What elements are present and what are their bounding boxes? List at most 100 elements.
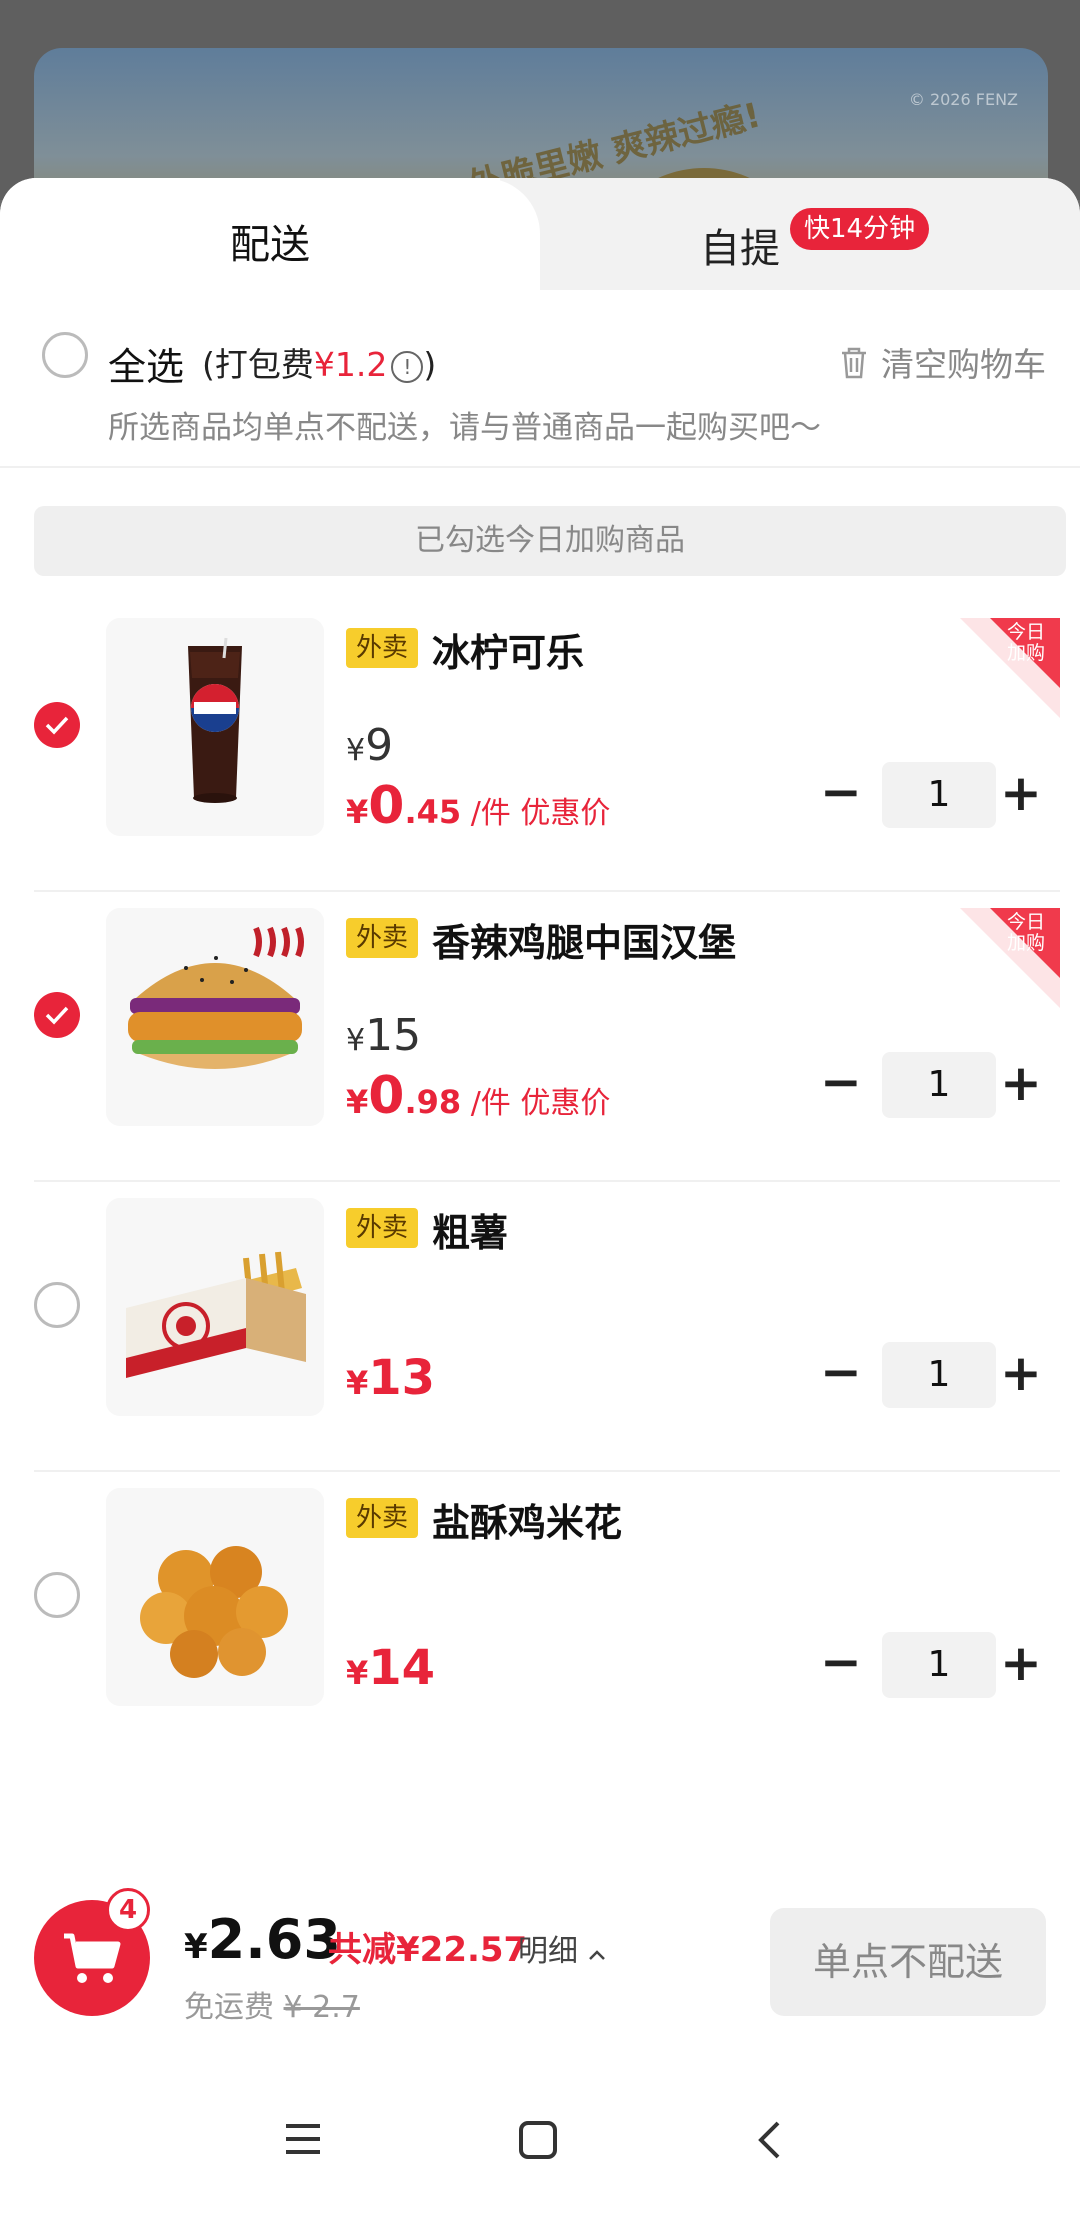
pack-fee-value: ¥1.2: [313, 345, 388, 384]
pack-fee-suffix: ): [423, 345, 437, 384]
pack-fee: (打包费¥1.2!): [202, 338, 436, 386]
currency-symbol: ¥: [346, 793, 369, 831]
quantity-value[interactable]: 1: [882, 1342, 996, 1408]
currency-symbol: ¥: [346, 1023, 366, 1058]
chevron-up-icon: [588, 1950, 605, 1960]
cart-item-fries: 外卖 粗薯 ¥13 − 1 +: [0, 1182, 1080, 1472]
today-addon-corner-badge: 今日 加购: [960, 618, 1060, 718]
clear-cart-label: 清空购物车: [881, 345, 1046, 384]
product-image-popcorn-chicken[interactable]: [106, 1488, 324, 1706]
back-icon[interactable]: [756, 2120, 782, 2164]
price-detail-label: 明细: [518, 1934, 578, 1969]
checkout-bar: 4 ¥2.63 共减¥22.57 明细 免运费 ¥ 2.7 单点不配送: [0, 1888, 1080, 2050]
item-checkbox[interactable]: [34, 702, 80, 748]
total-price: ¥2.63: [184, 1908, 341, 1971]
delivery-tag: 外卖: [346, 1498, 419, 1538]
trash-icon: [839, 346, 869, 388]
total-savings: 共减¥22.57: [328, 1930, 528, 1970]
promo-price-dec: .45: [404, 793, 462, 831]
home-icon[interactable]: [518, 2120, 558, 2164]
product-image-burger[interactable]: [106, 908, 324, 1126]
system-nav-bar: [0, 2080, 1080, 2219]
corner-badge-text: 今日 加购: [1006, 911, 1045, 954]
item-checkbox[interactable]: [34, 1572, 80, 1618]
select-all-label: 全选: [108, 345, 185, 389]
decrease-button[interactable]: −: [816, 1052, 866, 1118]
quantity-value[interactable]: 1: [882, 1632, 996, 1698]
promo-price-int: 0: [368, 776, 405, 836]
original-price-value: 9: [365, 720, 394, 771]
no-delivery-notice: 所选商品均单点不配送，请与普通商品一起购买吧～: [108, 410, 821, 446]
quantity-value[interactable]: 1: [882, 762, 996, 828]
total-price-value: 2.63: [207, 1908, 341, 1971]
sale-price: ¥14: [346, 1640, 435, 1696]
promo-price-int: 0: [368, 1066, 405, 1126]
promo-price: ¥0.98 /件 优惠价: [346, 1066, 610, 1126]
increase-button[interactable]: +: [996, 762, 1046, 828]
currency-symbol: ¥: [346, 1364, 369, 1402]
tab-pickup-label: 自提: [700, 226, 780, 272]
cart-item-burger: 外卖 香辣鸡腿中国汉堡 ¥15 ¥0.98 /件 优惠价 今日 加购 − 1 +: [0, 892, 1080, 1182]
currency-symbol: ¥: [346, 1654, 369, 1692]
sale-price-value: 14: [368, 1640, 436, 1696]
product-name[interactable]: 盐酥鸡米花: [432, 1492, 622, 1547]
increase-button[interactable]: +: [996, 1052, 1046, 1118]
increase-button[interactable]: +: [996, 1342, 1046, 1408]
sale-price-value: 13: [368, 1350, 436, 1406]
delivery-tag: 外卖: [346, 1208, 419, 1248]
banner-copyright: © 2026 FENZ: [908, 90, 1018, 109]
tab-delivery[interactable]: 配送: [0, 178, 540, 308]
pack-fee-prefix: (打包费: [202, 345, 314, 384]
today-addon-banner: 已勾选今日加购商品: [34, 506, 1066, 576]
cart-icon: [64, 1933, 121, 1983]
delivery-tabs: 配送 自提 快14分钟: [0, 178, 1080, 308]
item-checkbox[interactable]: [34, 992, 80, 1038]
original-price: ¥15: [346, 1010, 421, 1061]
delivery-fee: 免运费 ¥ 2.7: [184, 1982, 360, 2026]
product-image-cola[interactable]: [106, 618, 324, 836]
currency-symbol: ¥: [346, 1083, 369, 1121]
cart-count-badge: 4: [106, 1888, 150, 1932]
pickup-badge: 快14分钟: [790, 208, 930, 250]
tab-delivery-label: 配送: [230, 222, 310, 268]
sale-price: ¥13: [346, 1350, 435, 1406]
delivery-fee-label: 免运费: [184, 1990, 274, 2025]
delivery-tag: 外卖: [346, 918, 419, 958]
quantity-stepper: − 1 +: [816, 1052, 1046, 1118]
select-all-row: 全选 (打包费¥1.2!) 清空购物车 所选商品均单点不配送，请与普通商品一起购…: [0, 308, 1080, 468]
info-icon[interactable]: !: [391, 351, 424, 383]
menu-icon[interactable]: [284, 2122, 322, 2160]
original-price: ¥9: [346, 720, 393, 771]
delivery-tag: 外卖: [346, 628, 419, 668]
decrease-button[interactable]: −: [816, 1342, 866, 1408]
corner-badge-text: 今日 加购: [1006, 621, 1045, 664]
no-delivery-button[interactable]: 单点不配送: [770, 1908, 1046, 2016]
promo-price-dec: .98: [404, 1083, 462, 1121]
currency-symbol: ¥: [184, 1927, 208, 1967]
price-detail-button[interactable]: 明细: [518, 1926, 606, 1970]
cart-item-cola: 外卖 冰柠可乐 ¥9 ¥0.45 /件 优惠价 今日 加购 − 1 +: [0, 602, 1080, 892]
original-price-value: 15: [365, 1010, 422, 1061]
check-icon: [45, 1006, 69, 1025]
cart-item-popcorn-chicken: 外卖 盐酥鸡米花 ¥14 − 1 +: [0, 1472, 1080, 1762]
clear-cart-button[interactable]: 清空购物车: [839, 338, 1046, 388]
select-all-radio[interactable]: [42, 332, 88, 378]
promo-price: ¥0.45 /件 优惠价: [346, 776, 610, 836]
product-name[interactable]: 粗薯: [432, 1202, 508, 1257]
quantity-value[interactable]: 1: [882, 1052, 996, 1118]
check-icon: [45, 716, 69, 735]
product-name[interactable]: 冰柠可乐: [432, 622, 584, 677]
increase-button[interactable]: +: [996, 1632, 1046, 1698]
delivery-fee-original: ¥ 2.7: [283, 1990, 360, 2025]
quantity-stepper: − 1 +: [816, 1632, 1046, 1698]
item-checkbox[interactable]: [34, 1282, 80, 1328]
decrease-button[interactable]: −: [816, 762, 866, 828]
promo-price-unit: /件 优惠价: [470, 1086, 611, 1121]
quantity-stepper: − 1 +: [816, 762, 1046, 828]
decrease-button[interactable]: −: [816, 1632, 866, 1698]
currency-symbol: ¥: [346, 733, 366, 768]
today-addon-corner-badge: 今日 加购: [960, 908, 1060, 1008]
product-name[interactable]: 香辣鸡腿中国汉堡: [432, 912, 736, 967]
product-image-fries[interactable]: [106, 1198, 324, 1416]
promo-price-unit: /件 优惠价: [470, 796, 611, 831]
